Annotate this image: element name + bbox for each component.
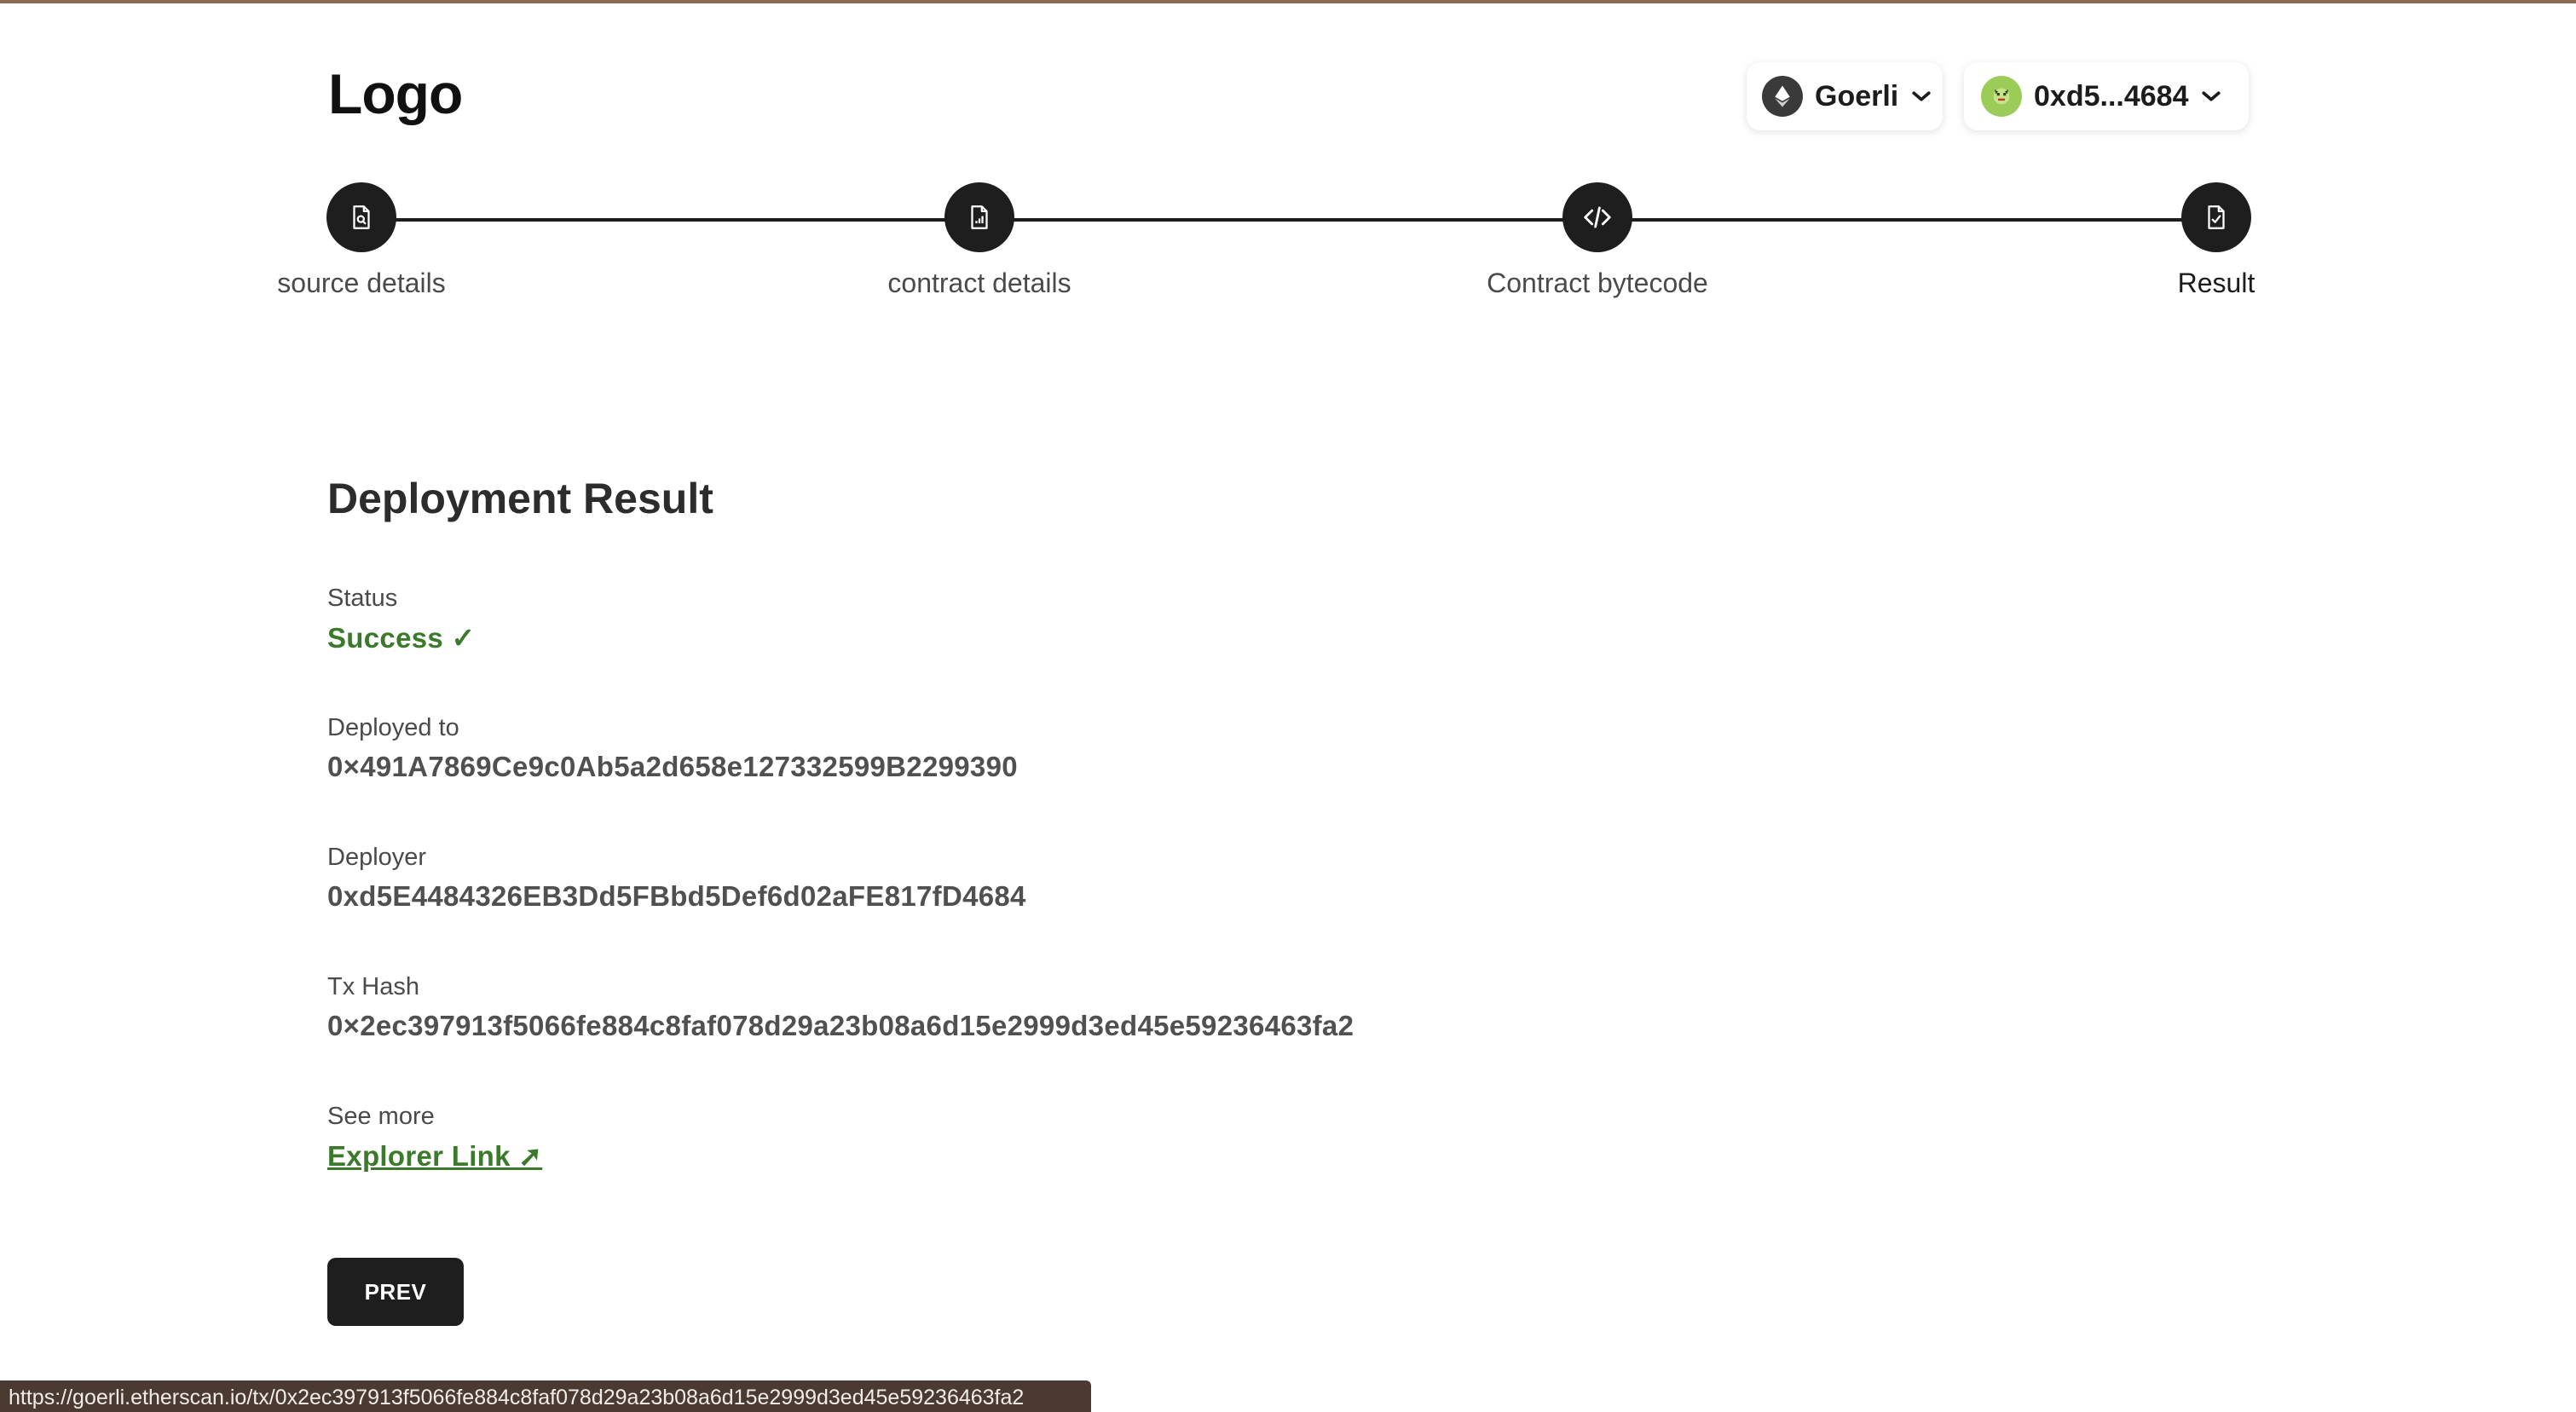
tx-hash-value: 0×2ec397913f5066fe884c8faf078d29a23b08a6… [327, 1010, 1354, 1041]
deployed-to-value: 0×491A7869Ce9c0Ab5a2d658e127332599B22993… [327, 751, 1018, 782]
step-source-details[interactable]: source details [191, 182, 532, 299]
progress-stepper: source details contract details Contract… [0, 182, 2576, 310]
step-label: Contract bytecode [1487, 268, 1708, 298]
see-more-field: See more Explorer Link ➚ [327, 1103, 542, 1173]
deployed-to-label: Deployed to [327, 714, 459, 741]
browser-status-url: https://goerli.etherscan.io/tx/0x2ec3979… [0, 1380, 1091, 1412]
deployer-field: Deployer 0xd5E4484326EB3Dd5FBbd5Def6d02a… [327, 844, 1026, 913]
status-field: Status Success ✓ [327, 585, 475, 654]
deployed-to-field: Deployed to 0×491A7869Ce9c0Ab5a2d658e127… [327, 714, 1018, 783]
page-title: Deployment Result [327, 475, 713, 522]
tx-hash-field: Tx Hash 0×2ec397913f5066fe884c8faf078d29… [327, 973, 1354, 1042]
step-label: contract details [887, 268, 1071, 298]
app-page: Logo Goerli 0xd5...4684 source details c… [0, 0, 2576, 1412]
status-value: Success ✓ [327, 622, 476, 654]
stepper-connector-line [361, 218, 2216, 222]
network-selector[interactable]: Goerli [1747, 62, 1943, 130]
status-label: Status [327, 585, 398, 612]
prev-button[interactable]: PREV [327, 1258, 464, 1326]
step-result[interactable]: Result [2046, 182, 2387, 299]
file-search-icon [326, 182, 396, 252]
explorer-link[interactable]: Explorer Link ➚ [327, 1139, 542, 1173]
see-more-label: See more [327, 1103, 435, 1130]
account-selector[interactable]: 0xd5...4684 [1964, 62, 2249, 130]
logo[interactable]: Logo [328, 61, 463, 126]
step-label: Result [2177, 268, 2255, 298]
chevron-down-icon [2202, 91, 2221, 101]
avatar-icon [1981, 76, 2022, 117]
ethereum-icon [1762, 76, 1803, 117]
step-label: source details [277, 268, 446, 298]
step-contract-details[interactable]: contract details [809, 182, 1150, 299]
account-label: 0xd5...4684 [2034, 79, 2189, 112]
file-check-icon [2181, 182, 2251, 252]
code-icon [1562, 182, 1632, 252]
network-label: Goerli [1815, 79, 1899, 112]
deployer-value: 0xd5E4484326EB3Dd5FBbd5Def6d02aFE817fD46… [327, 880, 1026, 912]
deployer-label: Deployer [327, 844, 427, 871]
file-chart-icon [944, 182, 1014, 252]
chevron-down-icon [1912, 91, 1931, 101]
step-contract-bytecode[interactable]: Contract bytecode [1427, 182, 1768, 299]
tx-hash-label: Tx Hash [327, 973, 419, 1000]
